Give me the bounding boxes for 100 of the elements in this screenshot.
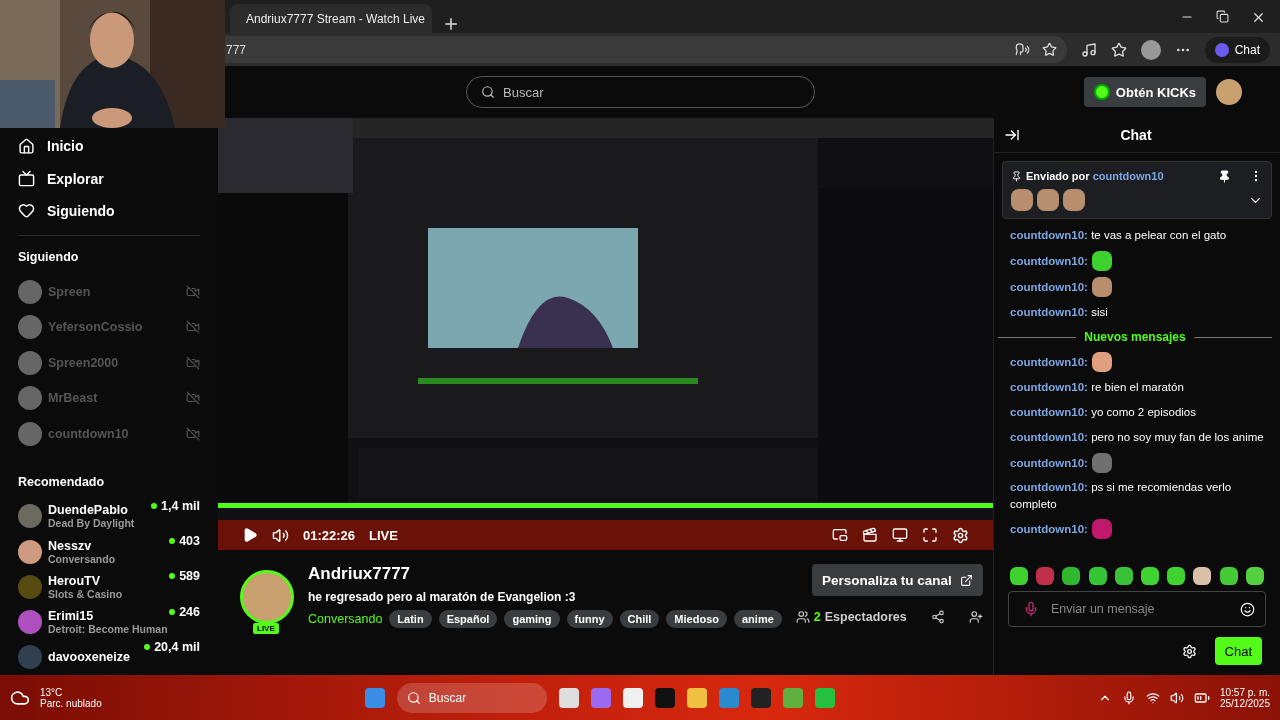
close-icon[interactable] xyxy=(1251,10,1266,25)
channel-name[interactable]: HerouTV xyxy=(48,573,164,588)
pin-icon[interactable] xyxy=(1218,169,1231,183)
viewer-count: 246 xyxy=(169,604,200,619)
browser-tab[interactable]: Andriux7777 Stream - Watch Live xyxy=(230,4,432,33)
following-icon xyxy=(18,202,35,220)
search-icon xyxy=(481,85,495,99)
category-text: Conversando xyxy=(48,552,117,565)
emote-icon[interactable] xyxy=(1141,567,1160,585)
section-title: Recomendado xyxy=(18,474,106,489)
explore-icon xyxy=(18,170,35,187)
avatar xyxy=(18,645,42,670)
restore-icon[interactable] xyxy=(1216,10,1229,23)
theater-mode-icon[interactable] xyxy=(892,527,908,543)
avatar xyxy=(18,539,42,564)
taskbar-search[interactable]: Buscar xyxy=(396,682,547,713)
stream-title: he regresado pero al maratón de Evangelion :3 xyxy=(308,590,577,604)
app-icon[interactable] xyxy=(686,687,707,708)
avatar xyxy=(18,279,42,304)
chat-username[interactable]: countdown10: xyxy=(1010,278,1088,296)
send-button[interactable]: Chat xyxy=(1214,637,1262,665)
channel-name[interactable]: Nesszv xyxy=(48,538,164,553)
emote-icon[interactable] xyxy=(1167,567,1186,585)
share-icon[interactable] xyxy=(930,610,945,624)
clip-icon[interactable] xyxy=(862,527,878,543)
chat-button[interactable]: Chat xyxy=(1204,36,1270,63)
kicks-button[interactable]: Obtén KICKs xyxy=(1083,77,1206,107)
temperature: 13°C xyxy=(40,686,64,698)
star-icon[interactable] xyxy=(1041,42,1057,57)
volume-icon[interactable] xyxy=(272,526,289,544)
tag[interactable]: funny xyxy=(566,610,613,628)
tag[interactable]: Latin xyxy=(389,610,432,628)
offline-icon xyxy=(186,426,200,441)
tag[interactable]: Chill xyxy=(619,610,660,628)
avatar xyxy=(18,610,42,635)
viewers-icon xyxy=(795,610,810,624)
avatar xyxy=(18,386,42,411)
category-link[interactable]: Conversando xyxy=(308,612,383,626)
emoji-icon xyxy=(1240,601,1255,617)
channel-name: Andriux7777 xyxy=(308,564,412,584)
favorites-icon[interactable] xyxy=(1110,41,1127,58)
app-icon[interactable] xyxy=(622,687,643,708)
tag[interactable]: Español xyxy=(438,610,498,628)
pin-icon xyxy=(1011,170,1022,182)
external-link-icon xyxy=(959,573,973,587)
collapse-icon[interactable] xyxy=(1004,127,1020,143)
viewer-count: 403 xyxy=(169,534,200,549)
tag[interactable]: gaming xyxy=(504,610,560,628)
viewer-count: 1,4 mil xyxy=(151,498,200,513)
new-tab-icon[interactable] xyxy=(442,15,460,33)
app-icon[interactable] xyxy=(750,687,771,708)
profile-avatar[interactable] xyxy=(1140,39,1161,60)
offline-icon xyxy=(186,355,200,370)
nav-item[interactable]: Explorar xyxy=(18,162,200,195)
emote-icon[interactable] xyxy=(1114,567,1133,585)
start-icon[interactable] xyxy=(364,687,385,708)
home-icon xyxy=(18,137,35,155)
volume-icon[interactable] xyxy=(1169,690,1184,705)
app-icon[interactable] xyxy=(654,687,675,708)
channel-name[interactable]: Erimi15 xyxy=(48,609,164,624)
read-aloud-icon[interactable] xyxy=(1014,42,1030,57)
address-field[interactable]: 777 xyxy=(222,36,1067,63)
follow-icon[interactable] xyxy=(968,610,983,624)
emote-icon[interactable] xyxy=(1010,567,1029,585)
chat-title: Chat xyxy=(1119,127,1153,143)
chat-username[interactable]: countdown10: xyxy=(1010,520,1088,538)
emote-icon[interactable] xyxy=(1062,567,1081,585)
channel-name[interactable]: davooxeneize xyxy=(48,650,139,665)
tag[interactable]: Miedoso xyxy=(666,610,727,628)
section-title: Siguiendo xyxy=(18,250,80,264)
category-text: Slots & Casino xyxy=(48,587,124,600)
avatar xyxy=(18,421,42,446)
wifi-icon[interactable] xyxy=(1145,690,1160,705)
chat-username[interactable]: countdown10: xyxy=(1010,353,1088,371)
channel-avatar[interactable] xyxy=(240,570,294,624)
customize-channel-button[interactable]: Personaliza tu canal xyxy=(811,564,983,596)
clock[interactable]: 10:57 p. m. 25/12/2025 xyxy=(1219,686,1270,709)
chat-message: countdown10: sisi xyxy=(1010,305,1108,320)
settings-icon[interactable] xyxy=(952,526,969,544)
nav-item[interactable]: Siguiendo xyxy=(18,194,200,228)
music-icon[interactable] xyxy=(1080,41,1097,58)
settings-icon[interactable] xyxy=(1181,643,1197,659)
emote-icon[interactable] xyxy=(1219,567,1238,585)
emote-icon[interactable] xyxy=(1245,567,1264,585)
chat-username[interactable]: countdown10: xyxy=(1010,454,1088,472)
offline-icon xyxy=(186,284,200,299)
nav-item[interactable]: Inicio xyxy=(18,130,200,163)
fullscreen-icon[interactable] xyxy=(922,527,938,543)
mini-player-icon[interactable] xyxy=(832,527,848,543)
pinned-label: Enviado por countdown10 xyxy=(1026,170,1165,182)
tag[interactable]: anime xyxy=(734,610,782,628)
user-avatar[interactable] xyxy=(1216,79,1242,105)
message-field[interactable]: Enviar un mensaje xyxy=(1008,591,1266,627)
play-icon[interactable] xyxy=(242,527,258,543)
mic-icon[interactable] xyxy=(1121,690,1136,705)
chat-username[interactable]: countdown10: xyxy=(1010,252,1088,270)
channel-name[interactable]: DuendePablo xyxy=(48,503,146,518)
emote-icon[interactable] xyxy=(1193,567,1212,585)
emote-icon[interactable] xyxy=(1088,567,1107,585)
app-icon[interactable] xyxy=(558,687,579,708)
